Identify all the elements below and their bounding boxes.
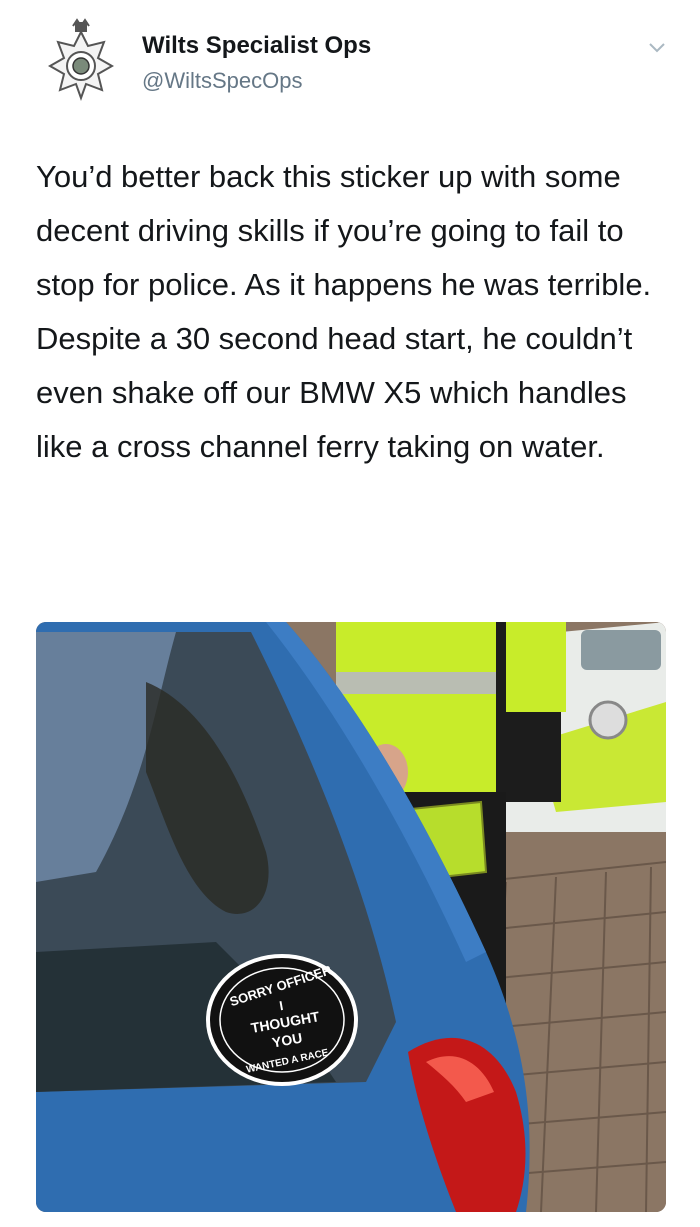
police-badge-icon — [47, 18, 115, 101]
avatar[interactable] — [36, 18, 126, 108]
tweet-text: You’d better back this sticker up with s… — [36, 159, 652, 464]
account-name[interactable]: Wilts Specialist Ops — [142, 32, 371, 60]
chevron-down-icon[interactable] — [646, 36, 668, 58]
tweet-photo[interactable]: SORRY OFFICER I THOUGHT YOU WANTED A RAC… — [36, 622, 666, 1212]
tweet: Wilts Specialist Ops @WiltsSpecOps You’d… — [0, 0, 700, 1227]
sticker: SORRY OFFICER I THOUGHT YOU WANTED A RAC… — [206, 954, 358, 1086]
tweet-header: Wilts Specialist Ops @WiltsSpecOps — [36, 18, 676, 108]
account-handle[interactable]: @WiltsSpecOps — [142, 68, 302, 94]
